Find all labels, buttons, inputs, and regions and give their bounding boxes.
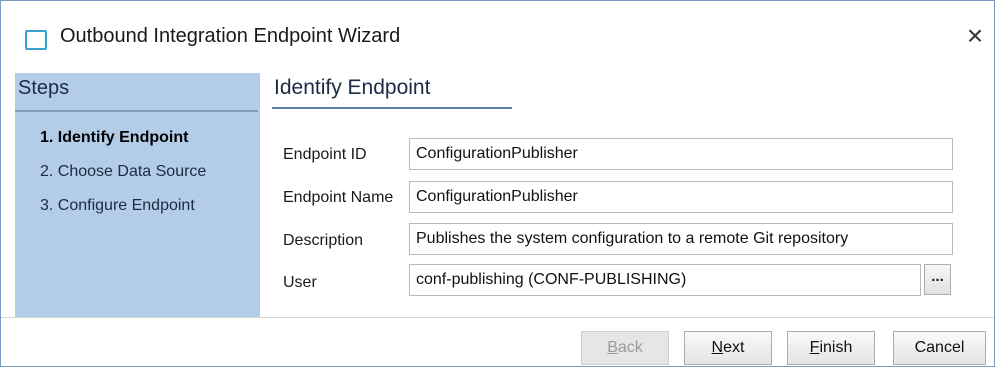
user-browse-button[interactable]: ... <box>924 264 951 295</box>
endpoint-name-label: Endpoint Name <box>283 189 394 206</box>
wizard-dialog: Outbound Integration Endpoint Wizard × S… <box>0 0 995 367</box>
step-identify-endpoint: 1. Identify Endpoint <box>40 129 189 146</box>
footer-divider <box>1 317 994 318</box>
back-mnemonic: B <box>607 339 618 356</box>
endpoint-id-label: Endpoint ID <box>283 146 367 163</box>
user-input[interactable]: conf-publishing (CONF-PUBLISHING) <box>409 264 921 296</box>
section-divider <box>272 107 512 109</box>
back-button[interactable]: Back <box>581 331 669 365</box>
description-label: Description <box>283 232 364 249</box>
step-choose-data-source: 2. Choose Data Source <box>40 163 207 180</box>
section-title: Identify Endpoint <box>274 76 431 99</box>
step-configure-endpoint: 3. Configure Endpoint <box>40 197 195 214</box>
user-label: User <box>283 274 317 291</box>
endpoint-id-input[interactable]: ConfigurationPublisher <box>409 138 953 170</box>
cancel-button[interactable]: Cancel <box>893 331 986 365</box>
finish-mnemonic: F <box>809 339 820 356</box>
next-label: ext <box>723 339 745 356</box>
description-input[interactable]: Publishes the system configuration to a … <box>409 223 953 255</box>
next-button[interactable]: Next <box>684 331 772 365</box>
window-square-icon <box>25 30 47 50</box>
window-title: Outbound Integration Endpoint Wizard <box>60 25 401 47</box>
title-bar: Outbound Integration Endpoint Wizard × <box>1 1 994 73</box>
endpoint-name-input[interactable]: ConfigurationPublisher <box>409 181 953 213</box>
close-icon[interactable]: × <box>962 21 988 51</box>
finish-button[interactable]: Finish <box>787 331 875 365</box>
steps-title: Steps <box>18 77 70 99</box>
next-mnemonic: N <box>711 339 724 356</box>
back-label: ack <box>617 339 643 356</box>
steps-divider <box>15 110 258 112</box>
steps-panel: Steps 1. Identify Endpoint 2. Choose Dat… <box>15 73 260 317</box>
finish-label: inish <box>819 339 853 356</box>
